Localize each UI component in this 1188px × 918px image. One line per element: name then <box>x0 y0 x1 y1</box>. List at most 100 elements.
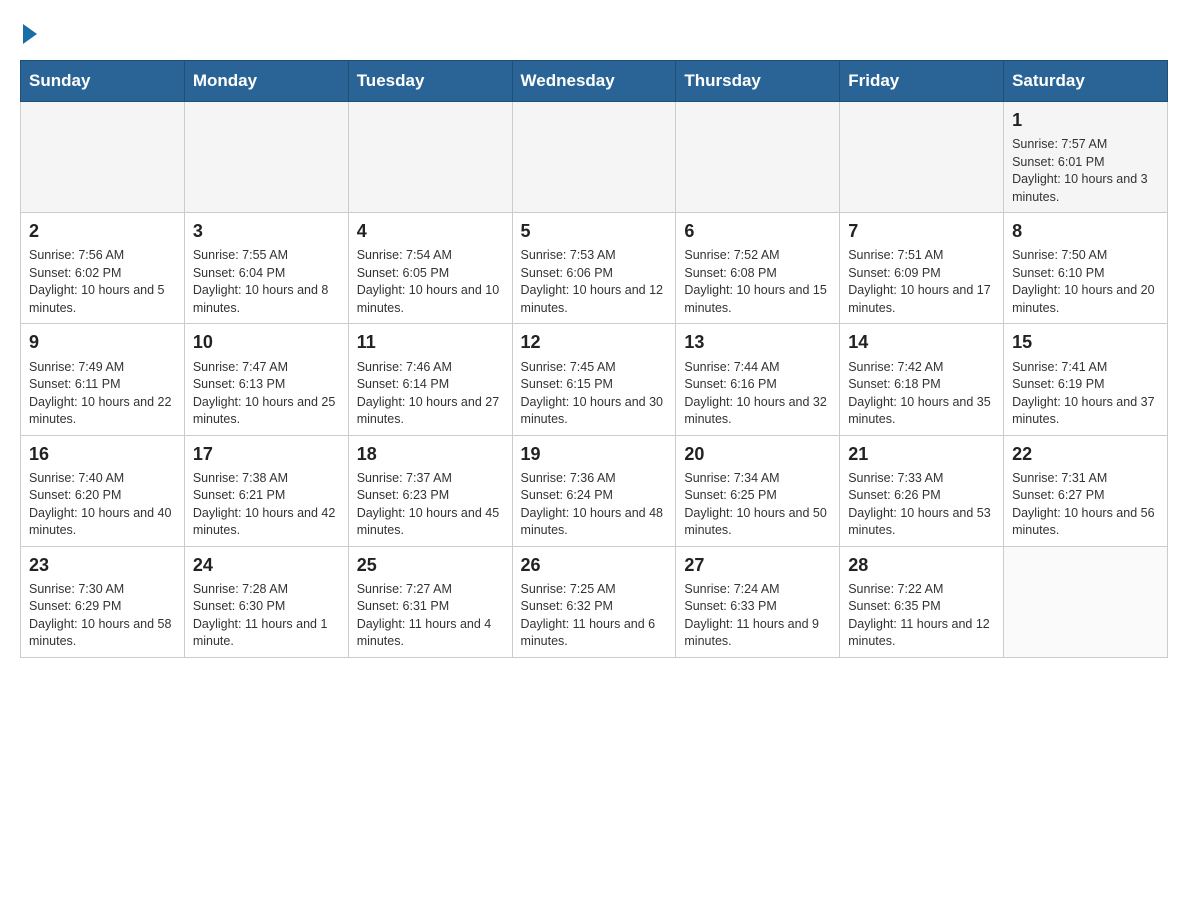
day-info: Sunrise: 7:45 AM Sunset: 6:15 PM Dayligh… <box>521 359 668 429</box>
logo-arrow-icon <box>23 24 37 44</box>
day-number: 10 <box>193 330 340 355</box>
day-info: Sunrise: 7:33 AM Sunset: 6:26 PM Dayligh… <box>848 470 995 540</box>
day-info: Sunrise: 7:52 AM Sunset: 6:08 PM Dayligh… <box>684 247 831 317</box>
day-info: Sunrise: 7:54 AM Sunset: 6:05 PM Dayligh… <box>357 247 504 317</box>
calendar-cell: 19 Sunrise: 7:36 AM Sunset: 6:24 PM Dayli… <box>512 435 676 546</box>
day-info: Sunrise: 7:53 AM Sunset: 6:06 PM Dayligh… <box>521 247 668 317</box>
day-number: 13 <box>684 330 831 355</box>
day-info: Sunrise: 7:30 AM Sunset: 6:29 PM Dayligh… <box>29 581 176 651</box>
day-number: 22 <box>1012 442 1159 467</box>
day-number: 27 <box>684 553 831 578</box>
calendar-cell: 10 Sunrise: 7:47 AM Sunset: 6:13 PM Dayli… <box>184 324 348 435</box>
calendar-week-row: 1 Sunrise: 7:57 AM Sunset: 6:01 PM Daylig… <box>21 102 1168 213</box>
calendar-cell: 24Sunrise: 7:28 AM Sunset: 6:30 PM Dayli… <box>184 546 348 657</box>
day-number: 20 <box>684 442 831 467</box>
day-info: Sunrise: 7:50 AM Sunset: 6:10 PM Dayligh… <box>1012 247 1159 317</box>
calendar-cell <box>348 102 512 213</box>
calendar-cell: 11 Sunrise: 7:46 AM Sunset: 6:14 PM Dayli… <box>348 324 512 435</box>
calendar-week-row: 16 Sunrise: 7:40 AM Sunset: 6:20 PM Dayli… <box>21 435 1168 546</box>
day-number: 17 <box>193 442 340 467</box>
day-number: 2 <box>29 219 176 244</box>
day-number: 1 <box>1012 108 1159 133</box>
day-header-friday: Friday <box>840 61 1004 102</box>
calendar-cell <box>840 102 1004 213</box>
calendar-cell: 18 Sunrise: 7:37 AM Sunset: 6:23 PM Dayli… <box>348 435 512 546</box>
day-info: Sunrise: 7:40 AM Sunset: 6:20 PM Dayligh… <box>29 470 176 540</box>
calendar-cell <box>1004 546 1168 657</box>
calendar-cell: 21 Sunrise: 7:33 AM Sunset: 6:26 PM Dayli… <box>840 435 1004 546</box>
day-number: 23 <box>29 553 176 578</box>
day-number: 21 <box>848 442 995 467</box>
day-number: 4 <box>357 219 504 244</box>
day-header-tuesday: Tuesday <box>348 61 512 102</box>
calendar-cell: 2 Sunrise: 7:56 AM Sunset: 6:02 PM Daylig… <box>21 213 185 324</box>
day-info: Sunrise: 7:42 AM Sunset: 6:18 PM Dayligh… <box>848 359 995 429</box>
day-info: Sunrise: 7:25 AM Sunset: 6:32 PM Dayligh… <box>521 581 668 651</box>
calendar-cell: 26 Sunrise: 7:25 AM Sunset: 6:32 PM Dayli… <box>512 546 676 657</box>
day-header-saturday: Saturday <box>1004 61 1168 102</box>
day-number: 6 <box>684 219 831 244</box>
day-info: Sunrise: 7:22 AM Sunset: 6:35 PM Dayligh… <box>848 581 995 651</box>
calendar-cell <box>676 102 840 213</box>
calendar-cell: 17 Sunrise: 7:38 AM Sunset: 6:21 PM Dayli… <box>184 435 348 546</box>
day-info: Sunrise: 7:44 AM Sunset: 6:16 PM Dayligh… <box>684 359 831 429</box>
calendar-cell: 28 Sunrise: 7:22 AM Sunset: 6:35 PM Dayli… <box>840 546 1004 657</box>
day-info: Sunrise: 7:41 AM Sunset: 6:19 PM Dayligh… <box>1012 359 1159 429</box>
calendar-cell: 8 Sunrise: 7:50 AM Sunset: 6:10 PM Daylig… <box>1004 213 1168 324</box>
calendar-cell: 22 Sunrise: 7:31 AM Sunset: 6:27 PM Dayli… <box>1004 435 1168 546</box>
day-header-monday: Monday <box>184 61 348 102</box>
calendar-cell <box>184 102 348 213</box>
calendar-week-row: 23 Sunrise: 7:30 AM Sunset: 6:29 PM Dayli… <box>21 546 1168 657</box>
day-info: Sunrise: 7:57 AM Sunset: 6:01 PM Dayligh… <box>1012 136 1159 206</box>
day-info: Sunrise: 7:38 AM Sunset: 6:21 PM Dayligh… <box>193 470 340 540</box>
day-number: 25 <box>357 553 504 578</box>
day-header-sunday: Sunday <box>21 61 185 102</box>
calendar-cell: 5 Sunrise: 7:53 AM Sunset: 6:06 PM Daylig… <box>512 213 676 324</box>
calendar-cell: 27 Sunrise: 7:24 AM Sunset: 6:33 PM Dayli… <box>676 546 840 657</box>
day-number: 3 <box>193 219 340 244</box>
calendar-cell: 3 Sunrise: 7:55 AM Sunset: 6:04 PM Daylig… <box>184 213 348 324</box>
calendar-cell: 23 Sunrise: 7:30 AM Sunset: 6:29 PM Dayli… <box>21 546 185 657</box>
calendar-week-row: 9Sunrise: 7:49 AM Sunset: 6:11 PM Daylig… <box>21 324 1168 435</box>
day-info: Sunrise: 7:37 AM Sunset: 6:23 PM Dayligh… <box>357 470 504 540</box>
calendar-header-row: SundayMondayTuesdayWednesdayThursdayFrid… <box>21 61 1168 102</box>
calendar-cell: 4 Sunrise: 7:54 AM Sunset: 6:05 PM Daylig… <box>348 213 512 324</box>
calendar-cell: 16 Sunrise: 7:40 AM Sunset: 6:20 PM Dayli… <box>21 435 185 546</box>
day-info: Sunrise: 7:24 AM Sunset: 6:33 PM Dayligh… <box>684 581 831 651</box>
day-number: 18 <box>357 442 504 467</box>
calendar-cell: 14 Sunrise: 7:42 AM Sunset: 6:18 PM Dayli… <box>840 324 1004 435</box>
calendar-cell: 7Sunrise: 7:51 AM Sunset: 6:09 PM Daylig… <box>840 213 1004 324</box>
day-info: Sunrise: 7:55 AM Sunset: 6:04 PM Dayligh… <box>193 247 340 317</box>
calendar-cell: 15 Sunrise: 7:41 AM Sunset: 6:19 PM Dayli… <box>1004 324 1168 435</box>
calendar-cell: 13 Sunrise: 7:44 AM Sunset: 6:16 PM Dayli… <box>676 324 840 435</box>
calendar-cell: 20 Sunrise: 7:34 AM Sunset: 6:25 PM Dayli… <box>676 435 840 546</box>
day-number: 28 <box>848 553 995 578</box>
day-number: 11 <box>357 330 504 355</box>
calendar-cell: 6 Sunrise: 7:52 AM Sunset: 6:08 PM Daylig… <box>676 213 840 324</box>
day-number: 19 <box>521 442 668 467</box>
day-info: Sunrise: 7:36 AM Sunset: 6:24 PM Dayligh… <box>521 470 668 540</box>
day-info: Sunrise: 7:47 AM Sunset: 6:13 PM Dayligh… <box>193 359 340 429</box>
calendar-cell: 1 Sunrise: 7:57 AM Sunset: 6:01 PM Daylig… <box>1004 102 1168 213</box>
day-number: 16 <box>29 442 176 467</box>
calendar-table: SundayMondayTuesdayWednesdayThursdayFrid… <box>20 60 1168 658</box>
calendar-cell: 12Sunrise: 7:45 AM Sunset: 6:15 PM Dayli… <box>512 324 676 435</box>
calendar-cell: 9Sunrise: 7:49 AM Sunset: 6:11 PM Daylig… <box>21 324 185 435</box>
page-header <box>20 20 1168 44</box>
day-info: Sunrise: 7:31 AM Sunset: 6:27 PM Dayligh… <box>1012 470 1159 540</box>
calendar-cell <box>21 102 185 213</box>
day-number: 15 <box>1012 330 1159 355</box>
day-number: 5 <box>521 219 668 244</box>
day-info: Sunrise: 7:46 AM Sunset: 6:14 PM Dayligh… <box>357 359 504 429</box>
day-number: 14 <box>848 330 995 355</box>
calendar-week-row: 2 Sunrise: 7:56 AM Sunset: 6:02 PM Daylig… <box>21 213 1168 324</box>
day-info: Sunrise: 7:56 AM Sunset: 6:02 PM Dayligh… <box>29 247 176 317</box>
calendar-cell <box>512 102 676 213</box>
day-number: 26 <box>521 553 668 578</box>
day-number: 24 <box>193 553 340 578</box>
calendar-cell: 25Sunrise: 7:27 AM Sunset: 6:31 PM Dayli… <box>348 546 512 657</box>
day-info: Sunrise: 7:34 AM Sunset: 6:25 PM Dayligh… <box>684 470 831 540</box>
day-header-thursday: Thursday <box>676 61 840 102</box>
logo <box>20 20 37 44</box>
day-number: 8 <box>1012 219 1159 244</box>
